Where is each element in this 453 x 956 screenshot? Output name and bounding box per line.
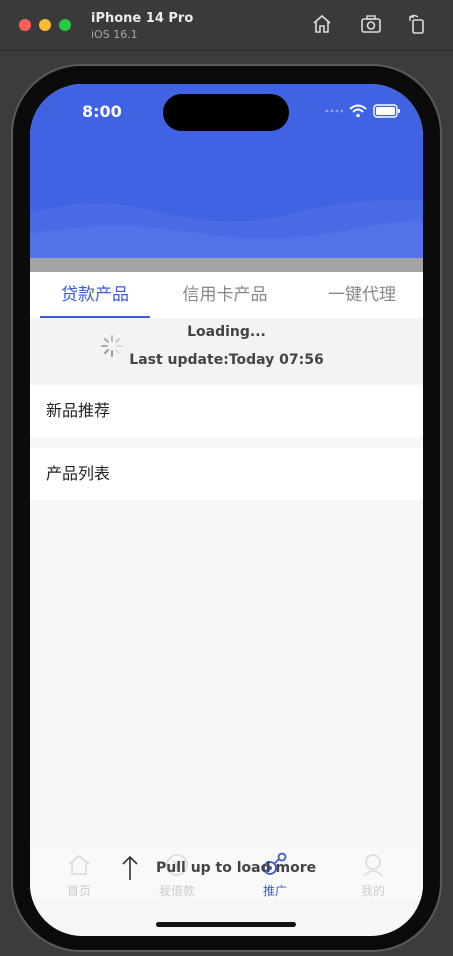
home-icon [68,854,90,875]
tabbar-label: 我的 [360,884,385,898]
pull-to-refresh-header: Loading... Last update:Today 07:56 [30,318,423,384]
loading-text: Loading... [187,324,266,340]
device-name: iPhone 14 Pro [91,11,194,26]
last-update-text: Last update:Today 07:56 [129,352,324,368]
cellular-icon [325,109,343,113]
wifi-icon [349,104,367,118]
home-indicator[interactable] [156,922,296,927]
status-time: 8:00 [82,102,122,121]
home-icon [313,14,331,33]
dynamic-island [163,94,289,131]
pull-up-indicator: Pull up to load more [120,854,316,882]
pull-up-text: Pull up to load more [156,860,317,876]
section-new-products[interactable]: 新品推荐 [30,385,423,437]
rotate-icon [409,14,424,34]
product-tabs: 贷款产品 信用卡产品 一键代理 [30,272,423,318]
os-version: iOS 16.1 [91,28,138,41]
tab-credit-card-products[interactable]: 信用卡产品 [170,272,280,318]
user-icon [363,854,383,877]
header-divider [30,258,423,272]
minimize-window-button[interactable] [39,19,51,31]
battery-icon [373,104,400,118]
simulator-title-bar: iPhone 14 Pro iOS 16.1 [0,0,453,51]
home-button[interactable] [310,12,334,36]
rotate-button[interactable] [405,12,429,36]
phone-screen: 8:00 贷款产品 信用卡产品 一键代理 Loading... Last upd… [30,84,423,936]
tabbar-item-mine[interactable]: 我的 [343,852,403,899]
screenshot-button[interactable] [359,12,383,36]
status-icons [325,104,401,118]
tab-one-click-agent[interactable]: 一键代理 [312,272,412,318]
tabbar-label: 首页 [66,884,91,898]
tabbar-label: 推广 [262,884,287,898]
camera-icon [361,15,381,33]
tab-loan-products[interactable]: 贷款产品 [40,272,150,318]
arrow-up-icon [122,855,138,880]
tabbar-label: 我借款 [158,884,195,898]
zoom-window-button[interactable] [59,19,71,31]
close-window-button[interactable] [19,19,31,31]
tabbar-item-home[interactable]: 首页 [49,852,109,899]
section-product-list[interactable]: 产品列表 [30,448,423,500]
